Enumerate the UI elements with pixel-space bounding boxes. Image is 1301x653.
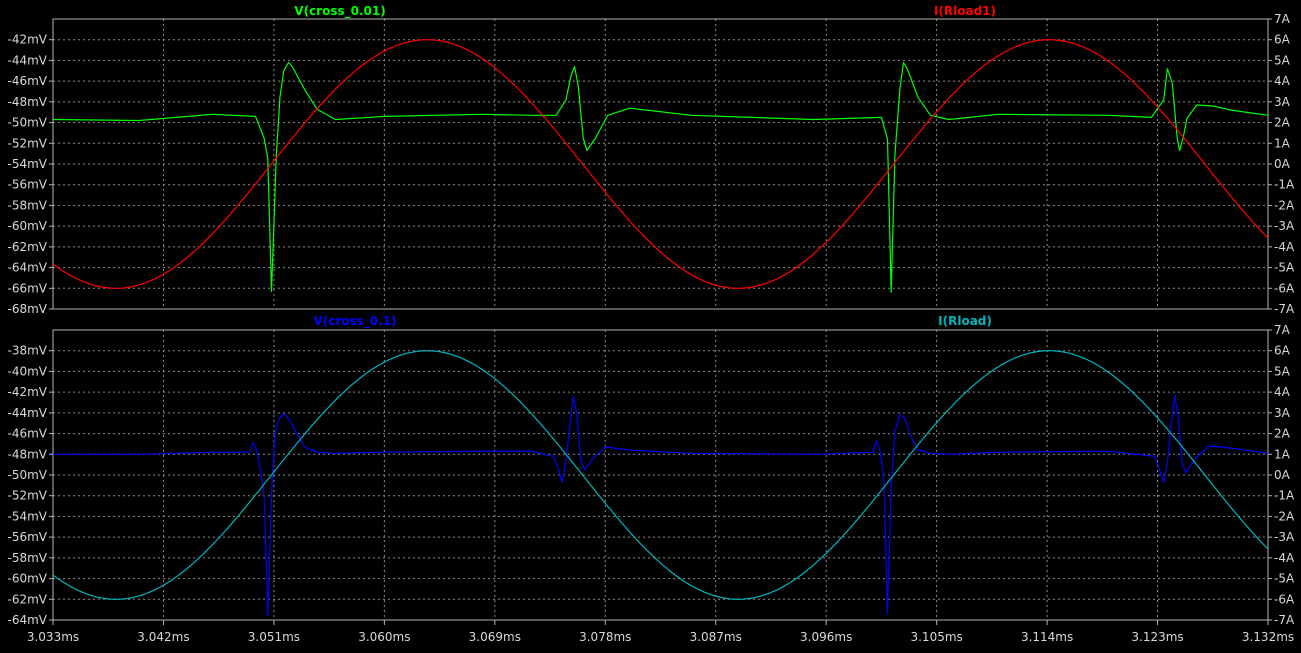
x-tick-label: 3.105ms xyxy=(910,630,962,644)
right-tick-label: -4A xyxy=(1274,551,1295,565)
left-tick-label: -38mV xyxy=(8,344,48,358)
left-tick-label: -58mV xyxy=(8,551,48,565)
left-tick-label: -40mV xyxy=(8,364,48,378)
right-tick-label: 6A xyxy=(1274,33,1291,47)
right-tick-label: 7A xyxy=(1274,323,1291,337)
x-tick-label: 3.051ms xyxy=(248,630,300,644)
x-tick-label: 3.096ms xyxy=(800,630,852,644)
left-tick-label: -52mV xyxy=(8,136,48,150)
left-tick-label: -48mV xyxy=(8,447,48,461)
right-tick-label: 0A xyxy=(1274,468,1291,482)
left-tick-label: -60mV xyxy=(8,219,48,233)
right-tick-label: 1A xyxy=(1274,136,1291,150)
right-tick-label: -6A xyxy=(1274,281,1295,295)
right-tick-label: -3A xyxy=(1274,530,1295,544)
right-tick-label: 2A xyxy=(1274,116,1291,130)
x-tick-label: 3.132ms xyxy=(1242,630,1294,644)
left-tick-label: -60mV xyxy=(8,572,48,586)
left-tick-label: -52mV xyxy=(8,489,48,503)
right-tick-label: -4A xyxy=(1274,240,1295,254)
waveform-viewer: -42mV -44mV -46mV -48mV -50mV -52mV -54mV -56mV… xyxy=(0,0,1301,653)
left-tick-label: -44mV xyxy=(8,406,48,420)
right-tick-label: 5A xyxy=(1274,53,1291,67)
right-tick-label: -7A xyxy=(1274,302,1295,316)
right-tick-label: -1A xyxy=(1274,178,1295,192)
right-tick-label: -2A xyxy=(1274,198,1295,212)
left-tick-label: -56mV xyxy=(8,178,48,192)
left-tick-label: -44mV xyxy=(8,53,48,67)
left-tick-label: -62mV xyxy=(8,240,48,254)
x-tick-label: 3.114ms xyxy=(1021,630,1073,644)
left-tick-label: -64mV xyxy=(8,261,48,275)
right-tick-label: 3A xyxy=(1274,95,1291,109)
x-tick-label: 3.069ms xyxy=(469,630,521,644)
trace-label-v-cross-001[interactable]: V(cross_0.01) xyxy=(294,4,385,19)
right-tick-label: 0A xyxy=(1274,157,1291,171)
left-tick-label: -46mV xyxy=(8,74,48,88)
trace-label-i-rload1[interactable]: I(Rload1) xyxy=(934,4,996,18)
x-tick-label: 3.042ms xyxy=(137,630,189,644)
left-tick-label: -54mV xyxy=(8,509,48,523)
left-tick-label: -48mV xyxy=(8,95,48,109)
right-tick-label: 4A xyxy=(1274,385,1291,399)
trace-label-v-cross-01[interactable]: V(cross_0.1) xyxy=(313,314,396,329)
right-tick-label: -5A xyxy=(1274,572,1295,586)
x-tick-label: 3.033ms xyxy=(27,630,79,644)
right-tick-label: -2A xyxy=(1274,509,1295,523)
right-tick-label: 6A xyxy=(1274,344,1291,358)
plot-background xyxy=(0,0,1301,653)
right-tick-label: 5A xyxy=(1274,364,1291,378)
left-tick-label: -42mV xyxy=(8,385,48,399)
left-tick-label: -62mV xyxy=(8,592,48,606)
right-tick-label: -5A xyxy=(1274,261,1295,275)
trace-label-i-rload[interactable]: I(Rload) xyxy=(938,314,992,328)
left-tick-label: -56mV xyxy=(8,530,48,544)
x-tick-label: 3.123ms xyxy=(1131,630,1183,644)
right-tick-label: -1A xyxy=(1274,489,1295,503)
left-tick-label: -66mV xyxy=(8,281,48,295)
right-tick-label: 4A xyxy=(1274,74,1291,88)
x-tick-label: 3.078ms xyxy=(579,630,631,644)
left-tick-label: -68mV xyxy=(8,302,48,316)
right-tick-label: -6A xyxy=(1274,592,1295,606)
left-tick-label: -58mV xyxy=(8,198,48,212)
left-tick-label: -50mV xyxy=(8,116,48,130)
left-tick-label: -46mV xyxy=(8,427,48,441)
x-tick-label: 3.060ms xyxy=(358,630,410,644)
right-tick-label: -3A xyxy=(1274,219,1295,233)
x-tick-label: 3.087ms xyxy=(690,630,742,644)
right-tick-label: 1A xyxy=(1274,447,1291,461)
left-tick-label: -54mV xyxy=(8,157,48,171)
right-tick-label: 2A xyxy=(1274,427,1291,441)
left-tick-label: -42mV xyxy=(8,33,48,47)
right-tick-label: -7A xyxy=(1274,613,1295,627)
left-tick-label: -50mV xyxy=(8,468,48,482)
right-tick-label: 7A xyxy=(1274,12,1291,26)
right-tick-label: 3A xyxy=(1274,406,1291,420)
left-tick-label: -64mV xyxy=(8,613,48,627)
